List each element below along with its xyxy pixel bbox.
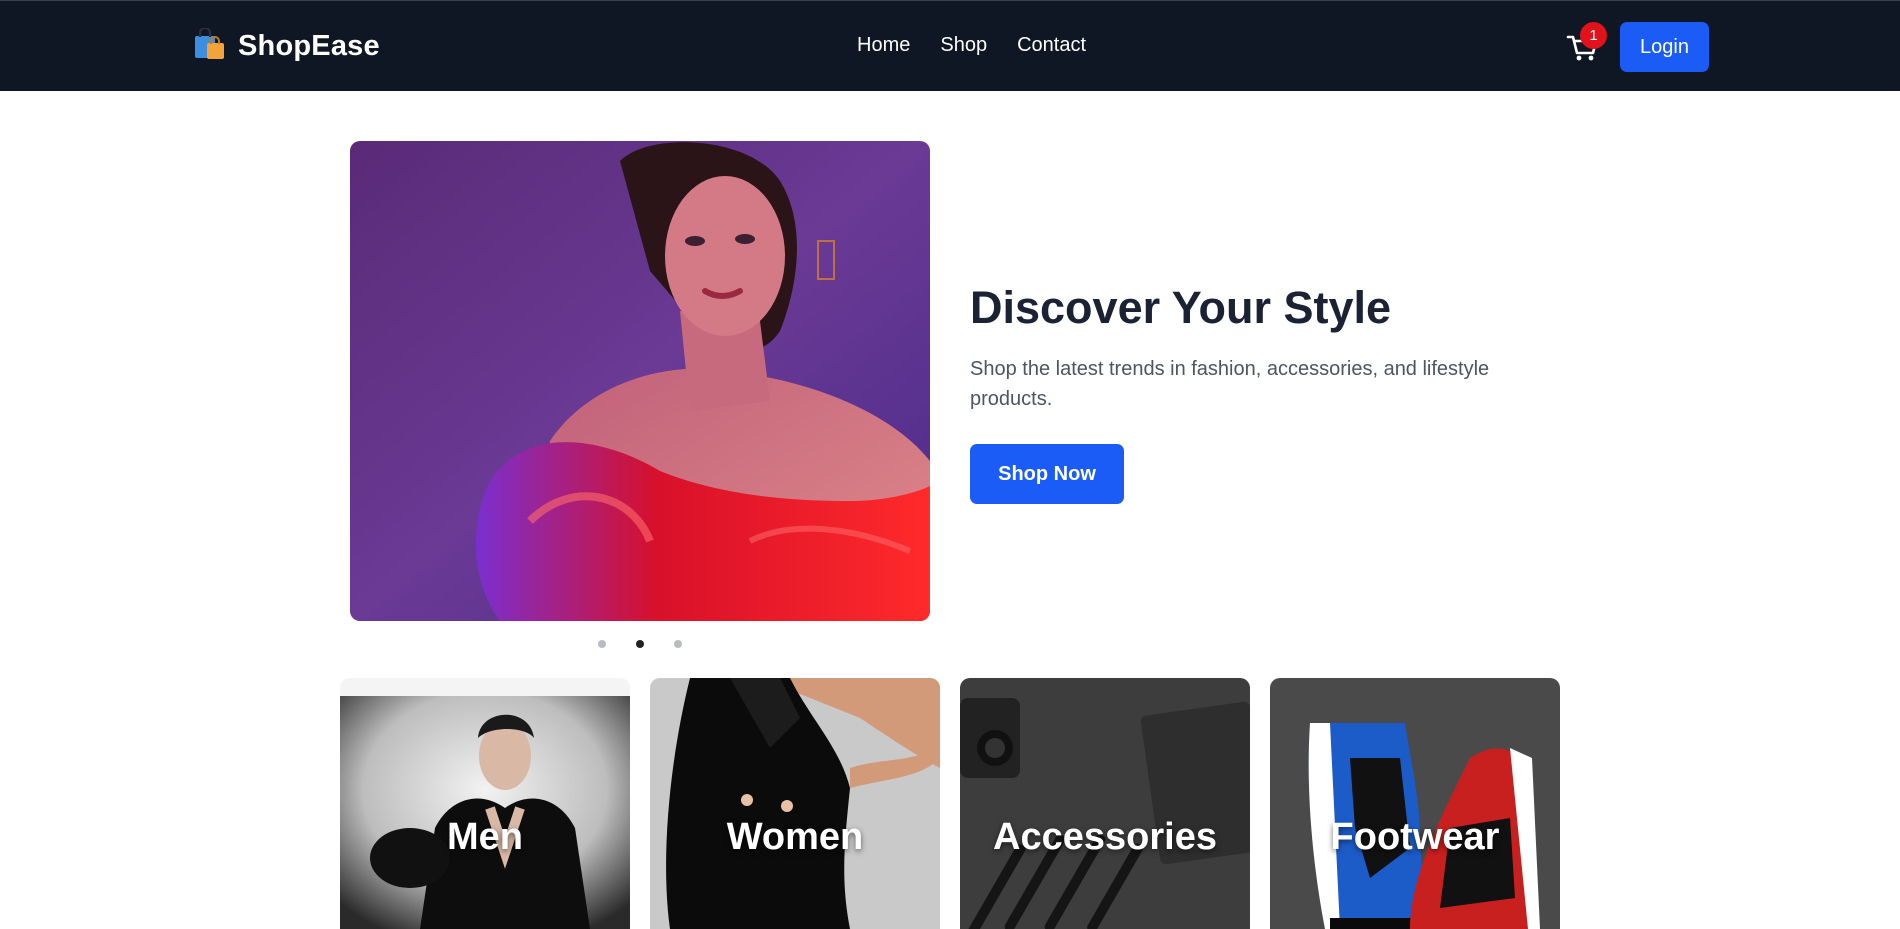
category-label: Men xyxy=(447,816,523,858)
carousel-dot-1[interactable] xyxy=(598,640,606,648)
cart-button[interactable]: 1 xyxy=(1566,22,1607,67)
shopping-bags-icon xyxy=(193,26,226,65)
carousel-indicators xyxy=(598,640,682,648)
cart-count-badge: 1 xyxy=(1580,22,1607,49)
nav-contact-link[interactable]: Contact xyxy=(1017,34,1086,57)
nav-shop-link[interactable]: Shop xyxy=(940,34,987,57)
login-button[interactable]: Login xyxy=(1620,22,1709,72)
main-nav: Home Shop Contact xyxy=(857,34,1086,57)
cart-icon xyxy=(1566,35,1600,67)
category-card-men[interactable]: Men xyxy=(340,678,630,929)
category-label: Accessories xyxy=(993,816,1217,858)
nav-home-link[interactable]: Home xyxy=(857,34,910,57)
category-card-footwear[interactable]: Footwear xyxy=(1270,678,1560,929)
carousel-dot-2[interactable] xyxy=(636,640,644,648)
shop-now-button[interactable]: Shop Now xyxy=(970,444,1124,504)
navbar: ShopEase Home Shop Contact 1 Login xyxy=(0,0,1900,91)
carousel-dot-3[interactable] xyxy=(674,640,682,648)
category-card-accessories[interactable]: Accessories xyxy=(960,678,1250,929)
hero-carousel-image[interactable] xyxy=(350,141,930,621)
brand-name: ShopEase xyxy=(238,30,380,62)
category-label: Footwear xyxy=(1330,816,1500,858)
category-label: Women xyxy=(726,816,864,858)
hero-title: Discover Your Style xyxy=(970,282,1392,333)
hero-content: Discover Your Style Shop the latest tren… xyxy=(970,280,1510,504)
hero-subtitle: Shop the latest trends in fashion, acces… xyxy=(970,358,1490,410)
brand-logo[interactable]: ShopEase xyxy=(193,26,380,65)
category-card-women[interactable]: Women xyxy=(650,678,940,929)
